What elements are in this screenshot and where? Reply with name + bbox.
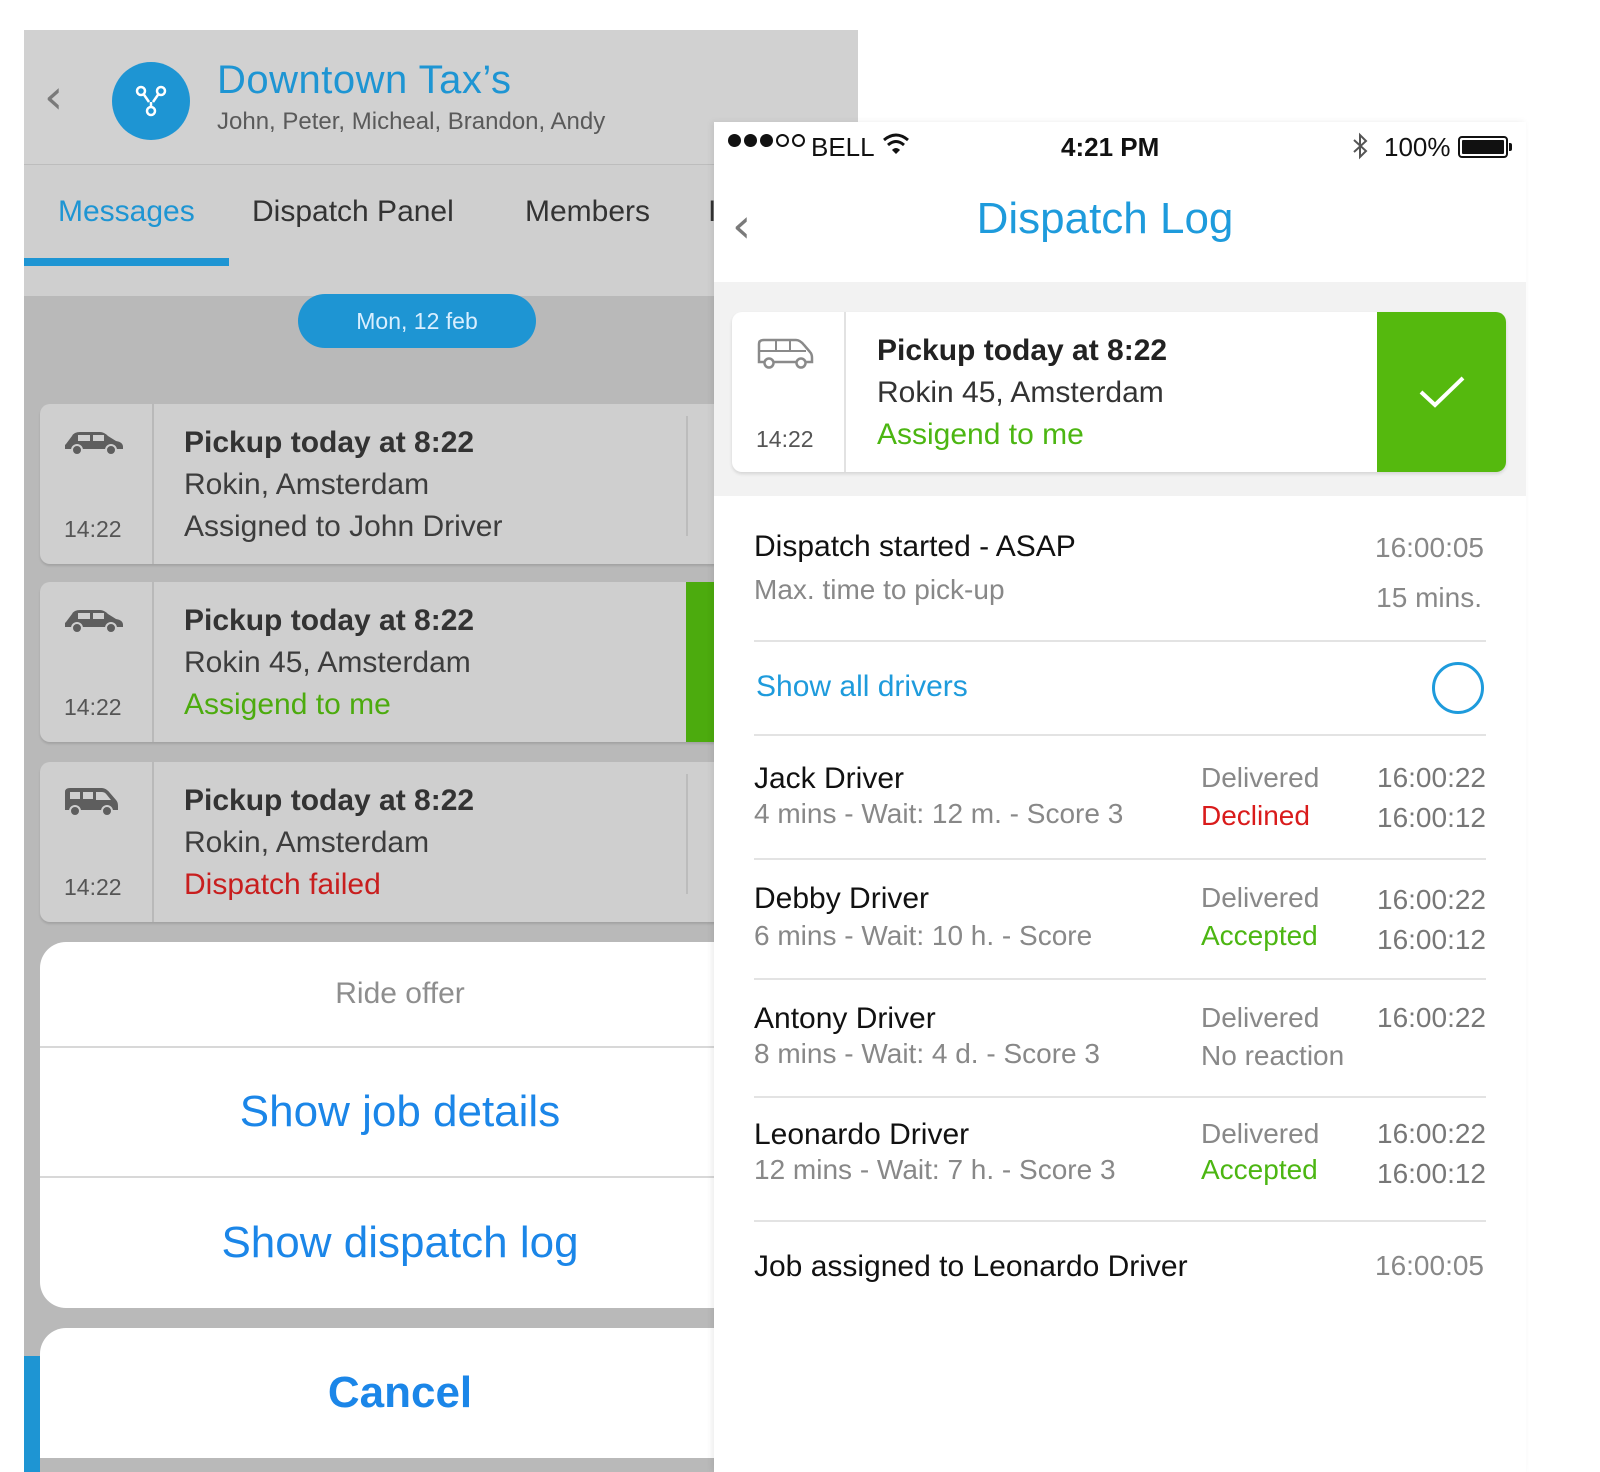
page-title: Dispatch Log: [976, 194, 1234, 243]
job-assigned-text: Job assigned to Leonardo Driver: [754, 1250, 1188, 1283]
driver-response-status: Accepted: [1201, 920, 1318, 951]
message-address: Rokin, Amsterdam: [184, 826, 430, 859]
message-title: Pickup today at 8:22: [184, 784, 475, 817]
message-icon-column: 14:22: [40, 582, 154, 742]
driver-delivery-status: Delivered: [1201, 1118, 1320, 1149]
message-card[interactable]: 14:22 Pickup today at 8:22 Rokin 45, Ams…: [40, 582, 740, 742]
driver-response-time: 16:00:12: [1377, 802, 1486, 833]
driver-name: Debby Driver: [754, 882, 930, 915]
driver-name: Leonardo Driver: [754, 1118, 970, 1151]
job-assigned-time: 16:00:05: [1375, 1250, 1484, 1281]
message-time: 14:22: [64, 516, 122, 542]
message-title: Pickup today at 8:22: [184, 604, 475, 637]
dispatch-started-title: Dispatch started - ASAP: [754, 530, 1076, 563]
dispatch-log-screen: BELL 4:21 PM 100% ‹ Dispatch Log 14:22 P…: [714, 122, 1526, 1472]
action-sheet: Ride offer Show job details Show dispatc…: [40, 942, 760, 1308]
driver-row[interactable]: Antony Driver 8 mins - Wait: 4 d. - Scor…: [754, 980, 1486, 1098]
job-time: 14:22: [756, 426, 814, 452]
driver-response-time: 16:00:12: [1377, 924, 1486, 955]
driver-details: 4 mins - Wait: 12 m. - Score 3: [754, 798, 1124, 829]
message-status: Dispatch failed: [184, 868, 381, 901]
show-dispatch-log-button[interactable]: Show dispatch log: [40, 1178, 760, 1308]
group-title: Downtown Tax’s: [217, 58, 512, 102]
show-all-drivers-row[interactable]: Show all drivers: [754, 642, 1486, 736]
job-assigned-row: Job assigned to Leonardo Driver 16:00:05: [754, 1222, 1486, 1322]
network-icon: [135, 85, 167, 117]
show-job-details-button[interactable]: Show job details: [40, 1048, 760, 1178]
show-all-drivers-label: Show all drivers: [756, 670, 968, 703]
driver-delivery-status: Delivered: [1201, 762, 1320, 793]
message-address: Rokin 45, Amsterdam: [184, 646, 471, 679]
message-icon-column: 14:22: [40, 404, 154, 564]
dispatch-started-row: Dispatch started - ASAP Max. time to pic…: [754, 496, 1486, 642]
job-icon-column: 14:22: [732, 312, 846, 472]
driver-details: 8 mins - Wait: 4 d. - Score 3: [754, 1038, 1100, 1069]
battery-percentage: 100%: [1384, 132, 1451, 162]
driver-delivered-time: 16:00:22: [1377, 1118, 1486, 1149]
tab-members[interactable]: Members: [525, 195, 650, 229]
group-members: John, Peter, Micheal, Brandon, Andy: [217, 108, 606, 135]
blue-edge-decoration: [24, 1356, 40, 1472]
bluetooth-icon: [1353, 132, 1368, 160]
van-icon: [757, 338, 814, 369]
driver-delivery-status: Delivered: [1201, 1002, 1320, 1033]
message-time: 14:22: [64, 694, 122, 720]
back-chevron-icon[interactable]: ‹: [44, 72, 84, 122]
accept-check-button[interactable]: [1377, 312, 1506, 472]
status-bar: BELL 4:21 PM 100%: [714, 122, 1526, 172]
driver-row[interactable]: Leonardo Driver 12 mins - Wait: 7 h. - S…: [754, 1098, 1486, 1222]
card-divider: [686, 774, 688, 894]
active-tab-indicator: [24, 258, 229, 266]
message-address: Rokin, Amsterdam: [184, 468, 430, 501]
message-status: Assigned to John Driver: [184, 510, 503, 543]
nav-bar: ‹ Dispatch Log: [714, 172, 1526, 282]
dispatch-started-time: 16:00:05: [1375, 532, 1484, 563]
driver-delivered-time: 16:00:22: [1377, 762, 1486, 793]
driver-row[interactable]: Jack Driver 4 mins - Wait: 12 m. - Score…: [754, 736, 1486, 860]
driver-name: Antony Driver: [754, 1002, 936, 1035]
driver-details: 6 mins - Wait: 10 h. - Score: [754, 920, 1093, 951]
job-card[interactable]: 14:22 Pickup today at 8:22 Rokin 45, Ams…: [732, 312, 1506, 472]
tab-messages[interactable]: Messages: [58, 195, 195, 229]
driver-delivery-status: Delivered: [1201, 882, 1320, 913]
dispatch-max-time: 15 mins.: [1376, 582, 1482, 613]
driver-response-status: Declined: [1201, 800, 1310, 831]
wifi-icon: [883, 133, 909, 154]
signal-strength-icon: [728, 134, 805, 147]
action-sheet-title: Ride offer: [40, 942, 760, 1048]
driver-row[interactable]: Debby Driver 6 mins - Wait: 10 h. - Scor…: [754, 860, 1486, 980]
driver-response-time: 16:00:12: [1377, 1158, 1486, 1189]
driver-delivered-time: 16:00:22: [1377, 884, 1486, 915]
driver-delivered-time: 16:00:22: [1377, 1002, 1486, 1033]
carrier-name: BELL: [811, 132, 875, 162]
message-time: 14:22: [64, 874, 122, 900]
car-icon: [65, 432, 123, 456]
van-icon: [65, 788, 118, 817]
message-icon-column: 14:22: [40, 762, 154, 922]
job-title: Pickup today at 8:22: [877, 334, 1168, 367]
battery-icon: [1458, 136, 1512, 158]
status-time: 4:21 PM: [1061, 132, 1160, 162]
job-card-area: 14:22 Pickup today at 8:22 Rokin 45, Ams…: [714, 282, 1526, 496]
dispatch-started-subtitle: Max. time to pick-up: [754, 574, 1005, 605]
cancel-button[interactable]: Cancel: [40, 1328, 760, 1458]
driver-details: 12 mins - Wait: 7 h. - Score 3: [754, 1154, 1116, 1185]
show-all-drivers-toggle[interactable]: [1432, 662, 1484, 714]
date-pill: Mon, 12 feb: [298, 294, 536, 348]
checkmark-icon: [1419, 376, 1464, 408]
group-avatar[interactable]: [112, 62, 190, 140]
message-title: Pickup today at 8:22: [184, 426, 475, 459]
driver-name: Jack Driver: [754, 762, 905, 795]
driver-response-status: No reaction: [1201, 1040, 1345, 1071]
car-icon: [65, 610, 123, 634]
message-card[interactable]: 14:22 Pickup today at 8:22 Rokin, Amster…: [40, 404, 740, 564]
message-card[interactable]: 14:22 Pickup today at 8:22 Rokin, Amster…: [40, 762, 740, 922]
message-status: Assigend to me: [184, 688, 391, 721]
job-address: Rokin 45, Amsterdam: [877, 376, 1164, 409]
driver-response-status: Accepted: [1201, 1154, 1318, 1185]
card-divider: [686, 416, 688, 536]
tab-dispatch-panel[interactable]: Dispatch Panel: [252, 195, 454, 229]
job-status: Assigend to me: [877, 418, 1084, 451]
